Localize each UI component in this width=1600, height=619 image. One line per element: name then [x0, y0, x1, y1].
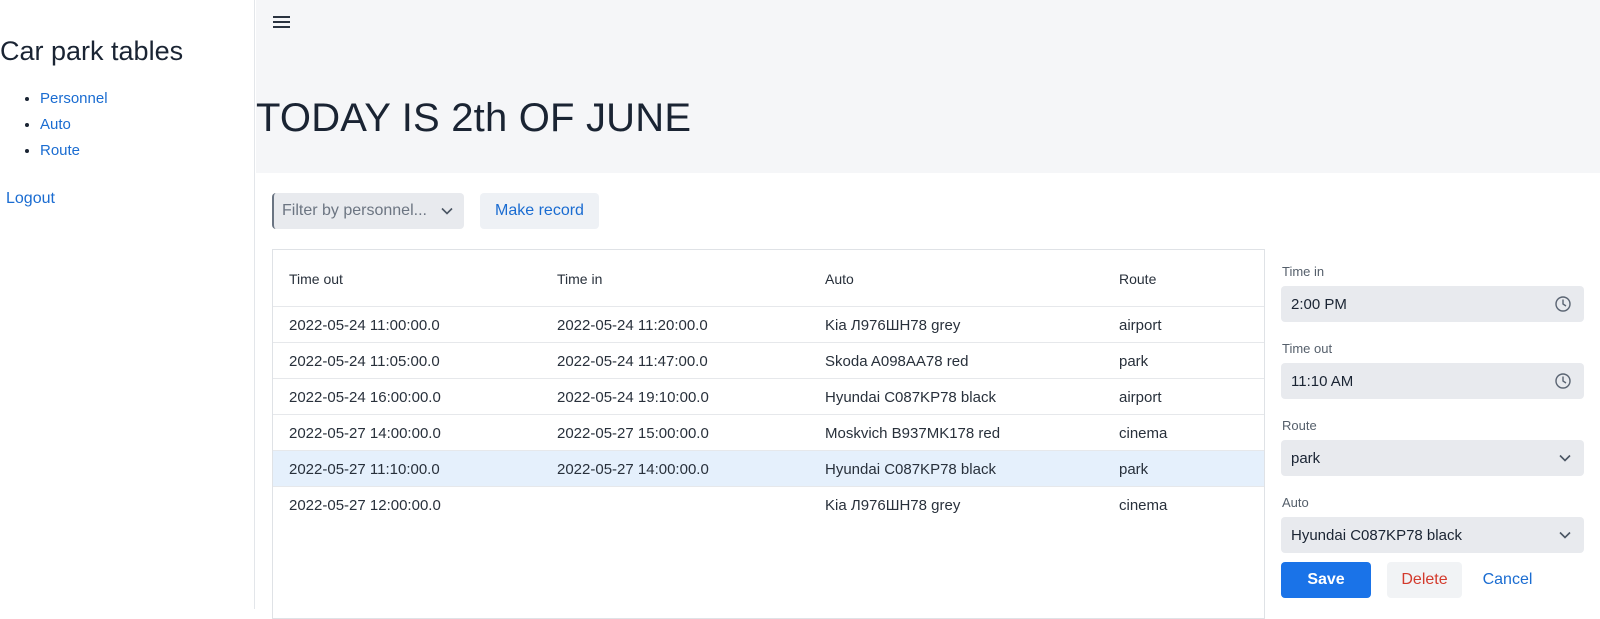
cell-route: park [1119, 353, 1149, 370]
cell-time-in: 2022-05-27 14:00:00.0 [557, 461, 709, 478]
auto-value: Hyundai C087KP78 black [1291, 527, 1462, 544]
page-header: TODAY IS 2th OF JUNE [256, 0, 1600, 173]
sidebar: Car park tables Personnel Auto Route Log… [0, 0, 255, 609]
route-label: Route [1282, 418, 1317, 433]
time-in-label: Time in [1282, 264, 1325, 279]
chevron-down-icon[interactable] [1558, 451, 1572, 465]
cell-auto: Kia Л976ШН78 grey [825, 317, 961, 334]
app-title: Car park tables [0, 36, 184, 66]
time-in-value: 2:00 PM [1291, 296, 1347, 313]
sidebar-link-personnel[interactable]: Personnel [40, 90, 108, 107]
sidebar-item-personnel: Personnel [40, 86, 108, 112]
column-header-route[interactable]: Route [1119, 271, 1156, 287]
time-out-picker[interactable]: 11:10 AM [1281, 363, 1584, 399]
grid-header-row: Time out Time in Auto Route [273, 250, 1264, 307]
column-header-auto[interactable]: Auto [825, 271, 854, 287]
delete-button[interactable]: Delete [1387, 562, 1462, 598]
cell-time-out: 2022-05-27 11:10:00.0 [289, 461, 440, 478]
cell-route: park [1119, 461, 1149, 478]
chevron-down-icon[interactable] [440, 204, 454, 218]
sidebar-item-auto: Auto [40, 112, 108, 138]
time-out-label: Time out [1282, 341, 1333, 356]
cancel-button[interactable]: Cancel [1470, 562, 1545, 598]
auto-label: Auto [1282, 495, 1309, 510]
cell-route: cinema [1119, 425, 1168, 442]
cell-auto: Moskvich B937MK178 red [825, 425, 1001, 442]
sidebar-nav: Personnel Auto Route [0, 86, 108, 164]
cell-time-in: 2022-05-24 11:47:00.0 [557, 353, 708, 370]
auto-select[interactable]: Hyundai C087KP78 black [1281, 517, 1584, 553]
cell-auto: Hyundai C087KP78 black [825, 389, 996, 406]
table-row[interactable]: 2022-05-24 11:00:00.0 2022-05-24 11:20:0… [273, 307, 1264, 343]
table-row-selected[interactable]: 2022-05-27 11:10:00.0 2022-05-27 14:00:0… [273, 451, 1264, 487]
cell-route: airport [1119, 317, 1162, 334]
cell-time-out: 2022-05-24 11:05:00.0 [289, 353, 440, 370]
clock-icon[interactable] [1554, 372, 1572, 390]
cell-time-out: 2022-05-24 16:00:00.0 [289, 389, 441, 406]
sidebar-item-route: Route [40, 138, 108, 164]
clock-icon[interactable] [1554, 295, 1572, 313]
column-header-time-out[interactable]: Time out [289, 271, 343, 287]
column-header-time-in[interactable]: Time in [557, 271, 602, 287]
chevron-down-icon[interactable] [1558, 528, 1572, 542]
page-title: TODAY IS 2th OF JUNE [256, 96, 692, 140]
make-record-button[interactable]: Make record [480, 193, 599, 229]
sidebar-link-route[interactable]: Route [40, 142, 80, 159]
cell-time-out: 2022-05-24 11:00:00.0 [289, 317, 440, 334]
time-in-picker[interactable]: 2:00 PM [1281, 286, 1584, 322]
table-row[interactable]: 2022-05-27 12:00:00.0 Kia Л976ШН78 grey … [273, 487, 1264, 523]
logout-link[interactable]: Logout [6, 190, 55, 208]
cell-route: cinema [1119, 497, 1168, 514]
sidebar-link-auto[interactable]: Auto [40, 116, 71, 133]
time-out-value: 11:10 AM [1291, 373, 1354, 390]
cell-auto: Skoda A098AA78 red [825, 353, 969, 370]
cell-time-in: 2022-05-24 11:20:00.0 [557, 317, 708, 334]
cell-time-out: 2022-05-27 14:00:00.0 [289, 425, 441, 442]
hamburger-menu-icon[interactable] [272, 12, 292, 32]
personnel-filter-input[interactable] [282, 193, 432, 229]
cell-auto: Kia Л976ШН78 grey [825, 497, 961, 514]
records-grid: Time out Time in Auto Route 2022-05-24 1… [272, 249, 1265, 619]
cell-time-out: 2022-05-27 12:00:00.0 [289, 497, 441, 514]
route-select[interactable]: park [1281, 440, 1584, 476]
cell-time-in: 2022-05-24 19:10:00.0 [557, 389, 709, 406]
save-button[interactable]: Save [1281, 562, 1371, 598]
route-value: park [1291, 450, 1321, 467]
personnel-filter-combobox[interactable] [272, 193, 464, 229]
cell-auto: Hyundai C087KP78 black [825, 461, 996, 478]
table-row[interactable]: 2022-05-24 11:05:00.0 2022-05-24 11:47:0… [273, 343, 1264, 379]
table-row[interactable]: 2022-05-27 14:00:00.0 2022-05-27 15:00:0… [273, 415, 1264, 451]
table-row[interactable]: 2022-05-24 16:00:00.0 2022-05-24 19:10:0… [273, 379, 1264, 415]
cell-time-in: 2022-05-27 15:00:00.0 [557, 425, 709, 442]
cell-route: airport [1119, 389, 1162, 406]
